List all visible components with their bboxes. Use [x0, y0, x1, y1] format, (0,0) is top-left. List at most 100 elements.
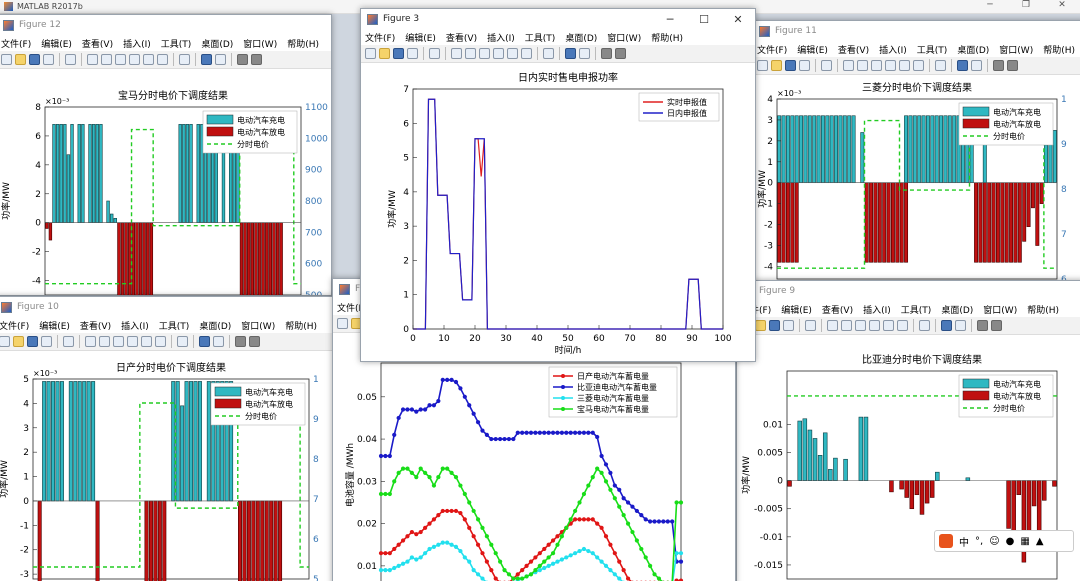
new-icon[interactable]: [365, 48, 376, 59]
menu-item[interactable]: 编辑(E): [405, 31, 436, 44]
open-icon[interactable]: [13, 336, 24, 347]
hide-icon[interactable]: [601, 48, 612, 59]
save-icon[interactable]: [27, 336, 38, 347]
menu-item[interactable]: 桌面(D): [199, 319, 231, 332]
legend-icon[interactable]: [215, 54, 226, 65]
figure-11-titlebar[interactable]: Figure 11: [753, 21, 1080, 41]
zoom-out-icon[interactable]: [841, 320, 852, 331]
menu-item[interactable]: 窗口(W): [607, 31, 641, 44]
legend-icon[interactable]: [213, 336, 224, 347]
legend-icon[interactable]: [971, 60, 982, 71]
save-icon[interactable]: [29, 54, 40, 65]
show-icon[interactable]: [1007, 60, 1018, 71]
menu-item[interactable]: 窗口(W): [243, 37, 277, 50]
data-cursor-icon[interactable]: [883, 320, 894, 331]
rotate-icon[interactable]: [127, 336, 138, 347]
ime-emoji-icon[interactable]: ☺: [989, 536, 999, 547]
menu-item[interactable]: 帮助(H): [285, 319, 317, 332]
pointer-icon[interactable]: [65, 54, 76, 65]
menu-item[interactable]: 工具(T): [901, 303, 932, 316]
menu-item[interactable]: 帮助(H): [1027, 303, 1059, 316]
print-icon[interactable]: [41, 336, 52, 347]
hide-icon[interactable]: [237, 54, 248, 65]
menu-item[interactable]: 窗口(W): [241, 319, 275, 332]
data-cursor-icon[interactable]: [143, 54, 154, 65]
new-icon[interactable]: [1, 54, 12, 65]
show-icon[interactable]: [251, 54, 262, 65]
pan-icon[interactable]: [855, 320, 866, 331]
colorbar-icon[interactable]: [565, 48, 576, 59]
brush-icon[interactable]: [521, 48, 532, 59]
new-icon[interactable]: [0, 336, 10, 347]
brush-icon[interactable]: [913, 60, 924, 71]
rotate-icon[interactable]: [493, 48, 504, 59]
zoom-in-icon[interactable]: [87, 54, 98, 65]
menu-item[interactable]: 文件(F): [757, 43, 787, 56]
menu-item[interactable]: 查看(V): [82, 37, 113, 50]
pointer-icon[interactable]: [821, 60, 832, 71]
ime-logo-icon[interactable]: [939, 534, 953, 548]
menu-item[interactable]: 查看(V): [822, 303, 853, 316]
print-icon[interactable]: [799, 60, 810, 71]
close-icon[interactable]: ✕: [1044, 0, 1080, 10]
hide-icon[interactable]: [977, 320, 988, 331]
figure-3-titlebar[interactable]: Figure 3 ─ ☐ ✕: [361, 9, 755, 29]
pointer-icon[interactable]: [805, 320, 816, 331]
menu-item[interactable]: 桌面(D): [941, 303, 973, 316]
data-cursor-icon[interactable]: [899, 60, 910, 71]
ime-keyboard-icon[interactable]: ▦: [1020, 536, 1029, 547]
zoom-out-icon[interactable]: [101, 54, 112, 65]
menu-item[interactable]: 帮助(H): [287, 37, 319, 50]
minimize-icon[interactable]: ─: [653, 9, 687, 29]
menu-item[interactable]: 查看(V): [838, 43, 869, 56]
pan-icon[interactable]: [871, 60, 882, 71]
zoom-out-icon[interactable]: [465, 48, 476, 59]
menu-item[interactable]: 查看(V): [446, 31, 477, 44]
menu-item[interactable]: 窗口(W): [999, 43, 1033, 56]
menu-item[interactable]: 桌面(D): [957, 43, 989, 56]
zoom-in-icon[interactable]: [827, 320, 838, 331]
figure-10-titlebar[interactable]: Figure 10: [0, 297, 333, 317]
menu-item[interactable]: 桌面(D): [565, 31, 597, 44]
link-icon[interactable]: [543, 48, 554, 59]
figure-12-titlebar[interactable]: Figure 12: [0, 15, 331, 35]
brush-icon[interactable]: [897, 320, 908, 331]
open-icon[interactable]: [755, 320, 766, 331]
menu-item[interactable]: 工具(T): [525, 31, 556, 44]
menu-item[interactable]: 编辑(E): [797, 43, 828, 56]
colorbar-icon[interactable]: [201, 54, 212, 65]
menu-item[interactable]: 插入(I): [863, 303, 891, 316]
ime-skin-icon[interactable]: ▲: [1036, 536, 1044, 547]
pan-icon[interactable]: [479, 48, 490, 59]
figure-9-titlebar[interactable]: Figure 9: [737, 281, 1080, 301]
link-icon[interactable]: [919, 320, 930, 331]
legend-icon[interactable]: [579, 48, 590, 59]
maximize-icon[interactable]: ☐: [687, 9, 721, 29]
menu-item[interactable]: 帮助(H): [1043, 43, 1075, 56]
open-icon[interactable]: [771, 60, 782, 71]
data-cursor-icon[interactable]: [141, 336, 152, 347]
hide-icon[interactable]: [993, 60, 1004, 71]
menu-item[interactable]: 文件(F): [0, 319, 29, 332]
pan-icon[interactable]: [113, 336, 124, 347]
hide-icon[interactable]: [235, 336, 246, 347]
menu-item[interactable]: 窗口(W): [983, 303, 1017, 316]
menu-item[interactable]: 工具(T): [917, 43, 948, 56]
show-icon[interactable]: [991, 320, 1002, 331]
menu-item[interactable]: 查看(V): [80, 319, 111, 332]
minimize-icon[interactable]: ─: [972, 0, 1008, 10]
save-icon[interactable]: [785, 60, 796, 71]
menu-item[interactable]: 编辑(E): [781, 303, 812, 316]
menu-item[interactable]: 插入(I): [879, 43, 907, 56]
link-icon[interactable]: [177, 336, 188, 347]
menu-item[interactable]: 编辑(E): [41, 37, 72, 50]
data-cursor-icon[interactable]: [507, 48, 518, 59]
menu-item[interactable]: 帮助(H): [651, 31, 683, 44]
link-icon[interactable]: [935, 60, 946, 71]
open-icon[interactable]: [379, 48, 390, 59]
ime-toolbar[interactable]: 中 °, ☺ ● ▦ ▲: [934, 530, 1074, 552]
ime-mic-icon[interactable]: ●: [1006, 536, 1015, 547]
rotate-icon[interactable]: [869, 320, 880, 331]
menu-item[interactable]: 文件(F): [365, 31, 395, 44]
menu-item[interactable]: 文件(F): [1, 37, 31, 50]
